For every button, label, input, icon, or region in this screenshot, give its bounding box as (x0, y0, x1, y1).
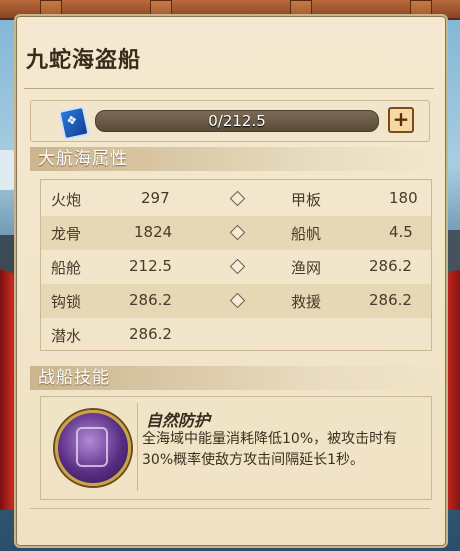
attr-label: 龙骨 (51, 225, 82, 243)
add-button[interactable]: + (388, 107, 414, 133)
attr-label: 钩锁 (51, 293, 82, 311)
attr-value: 297 (141, 189, 170, 207)
attr-value: 286.2 (129, 291, 172, 309)
bottom-divider (30, 508, 430, 509)
blue-gem-icon: ❖ (58, 105, 90, 141)
progress-text: 0/212.5 (208, 112, 266, 130)
skill-info: 自然防护 全海域中能量消耗降低10%，被攻击时有30%概率使敌方攻击间隔延长1秒… (137, 403, 426, 491)
attr-label: 潜水 (51, 327, 82, 345)
attr-label: 火炮 (51, 191, 82, 209)
attr-label: 渔网 (291, 259, 322, 277)
attr-value: 4.5 (389, 223, 413, 241)
skill-name: 自然防护 (146, 411, 211, 430)
diamond-icon (229, 224, 246, 241)
attr-label: 甲板 (291, 191, 322, 209)
attr-label: 救援 (291, 293, 322, 311)
diamond-icon (229, 190, 246, 207)
skill-rune-icon[interactable] (55, 410, 131, 486)
table-row: 火炮 297 甲板 180 (41, 182, 431, 216)
table-row: 钩锁 286.2 救援 286.2 (41, 284, 431, 318)
diamond-icon (229, 258, 246, 275)
attr-value: 286.2 (129, 325, 172, 343)
table-row: 船舱 212.5 渔网 286.2 (41, 250, 431, 284)
rune-glyph (76, 427, 108, 467)
attr-label: 船舱 (51, 259, 82, 277)
progress-bar: 0/212.5 (95, 110, 379, 132)
title-divider (24, 88, 434, 89)
ship-skill-card: 自然防护 全海域中能量消耗降低10%，被攻击时有30%概率使敌方攻击间隔延长1秒… (40, 396, 432, 500)
section-attributes-header: 大航海属性 (30, 147, 444, 171)
table-row: 潜水 286.2 (41, 318, 431, 352)
attr-value: 286.2 (369, 291, 412, 309)
upgrade-progress-row: ❖ 0/212.5 + (30, 100, 430, 142)
ship-title: 九蛇海盗船 (26, 47, 142, 73)
section-skills-header: 战船技能 (30, 366, 444, 390)
attr-value: 1824 (134, 223, 173, 241)
table-row: 龙骨 1824 船帆 4.5 (41, 216, 431, 250)
attr-label: 船帆 (291, 225, 322, 243)
attr-value: 286.2 (369, 257, 412, 275)
attr-value: 180 (389, 189, 418, 207)
diamond-icon (229, 292, 246, 309)
attr-value: 212.5 (129, 257, 172, 275)
attributes-table: 火炮 297 甲板 180 龙骨 1824 船帆 4.5 船舱 212.5 渔网… (40, 179, 432, 351)
skill-description: 全海域中能量消耗降低10%，被攻击时有30%概率使敌方攻击间隔延长1秒。 (142, 431, 398, 468)
